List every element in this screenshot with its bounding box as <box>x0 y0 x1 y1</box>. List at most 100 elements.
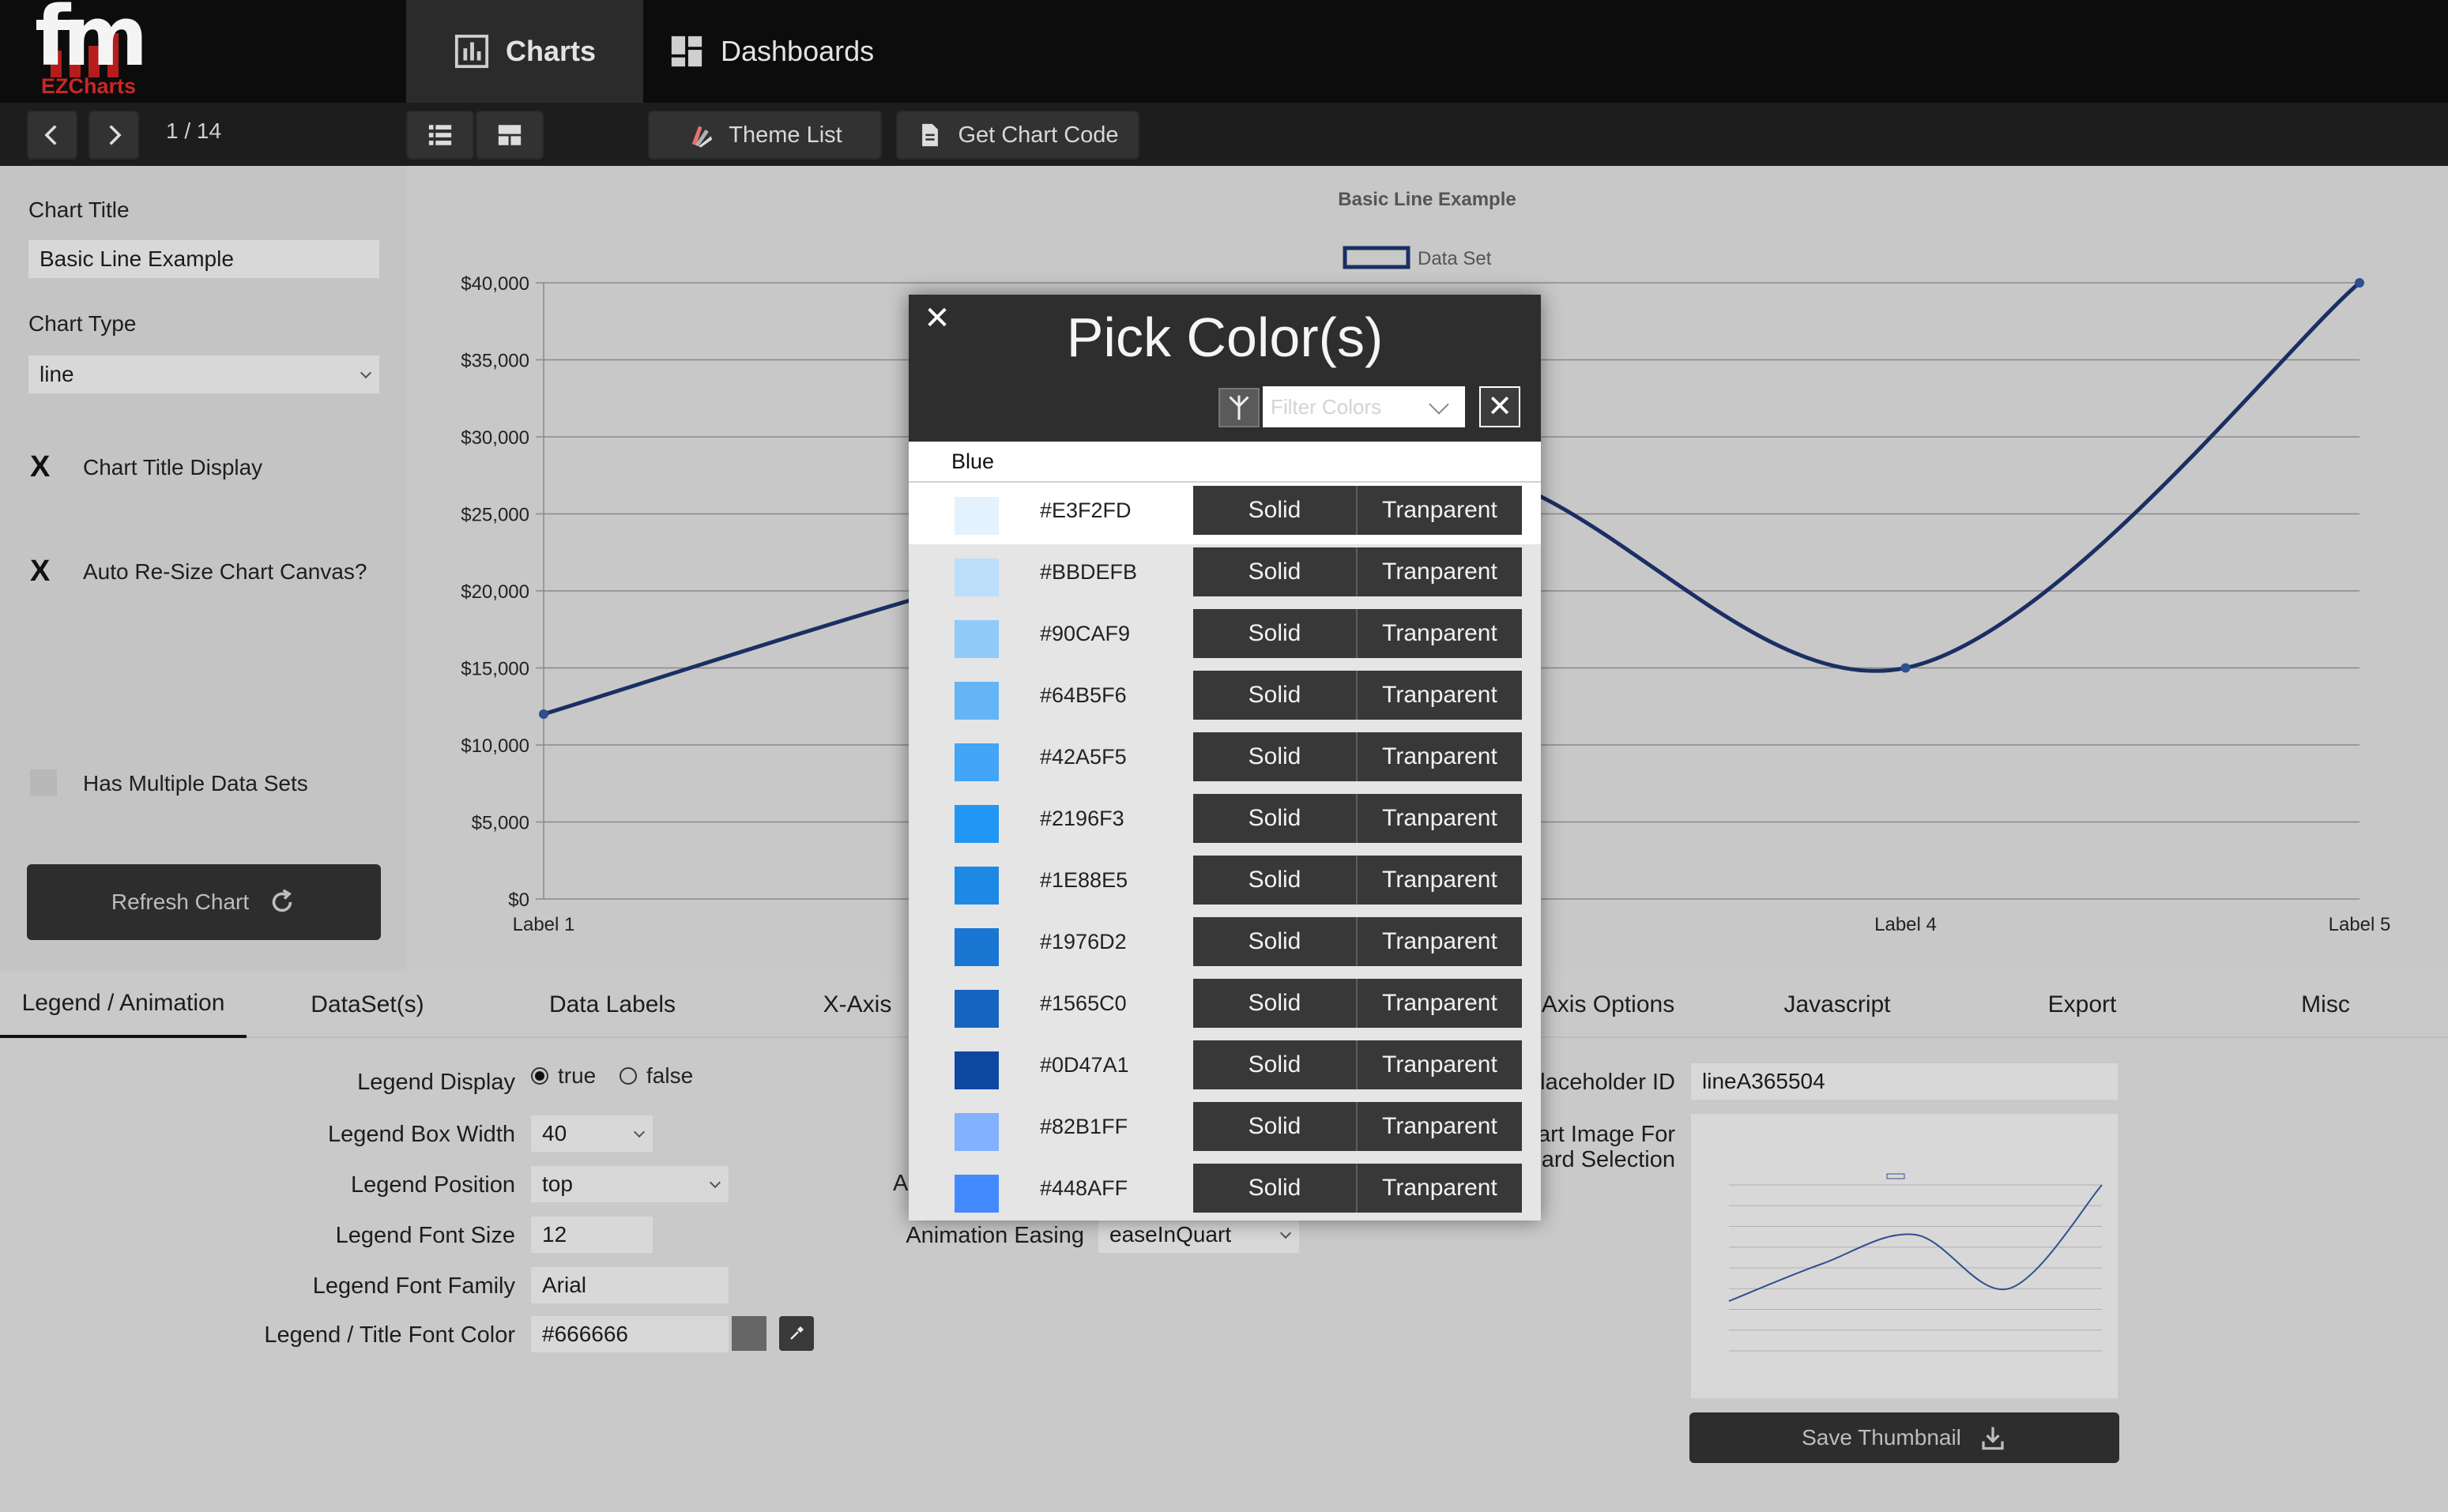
clear-filter-button[interactable]: ✕ <box>1479 386 1520 427</box>
color-swatch[interactable] <box>955 1113 999 1151</box>
solid-button[interactable]: Solid <box>1193 1164 1358 1213</box>
save-thumbnail-button[interactable]: Save Thumbnail <box>1689 1412 2119 1463</box>
transparent-button[interactable]: Tranparent <box>1358 732 1522 781</box>
color-hex-label: #E3F2FD <box>1040 498 1132 522</box>
chart-title-display-checkbox[interactable]: X <box>30 450 50 484</box>
list-view-button[interactable] <box>406 111 474 160</box>
legend-box-width-value: 40 <box>542 1121 567 1145</box>
tab-export[interactable]: Export <box>1975 972 2189 1038</box>
color-row: #2196F3 Solid Tranparent <box>909 791 1541 852</box>
tab-datasets[interactable]: DataSet(s) <box>261 972 474 1038</box>
color-swatch[interactable] <box>955 682 999 720</box>
color-picker-button[interactable] <box>779 1316 814 1351</box>
placeholder-id-input[interactable]: lineA365504 <box>1691 1063 2118 1100</box>
transparent-button[interactable]: Tranparent <box>1358 486 1522 535</box>
bar-chart-icon <box>454 34 489 69</box>
nav-charts-label: Charts <box>505 35 597 67</box>
transparent-button[interactable]: Tranparent <box>1358 794 1522 843</box>
color-hex-label: #64B5F6 <box>1040 683 1127 707</box>
color-hex-label: #90CAF9 <box>1040 622 1131 645</box>
animation-easing-value: easeInQuart <box>1109 1222 1232 1247</box>
legend-swatch <box>1343 246 1410 269</box>
transparent-button[interactable]: Tranparent <box>1358 671 1522 720</box>
color-swatch[interactable] <box>955 497 999 535</box>
transparent-button[interactable]: Tranparent <box>1358 917 1522 966</box>
solid-button[interactable]: Solid <box>1193 609 1358 658</box>
multiple-data-sets-label: Has Multiple Data Sets <box>83 771 308 795</box>
solid-button[interactable]: Solid <box>1193 794 1358 843</box>
chart-title-input[interactable]: Basic Line Example <box>28 240 379 278</box>
transparent-button[interactable]: Tranparent <box>1358 547 1522 596</box>
color-swatch[interactable] <box>955 620 999 658</box>
refresh-chart-label: Refresh Chart <box>111 890 250 914</box>
transparent-button[interactable]: Tranparent <box>1358 609 1522 658</box>
theme-list-button[interactable]: Theme List <box>648 111 882 160</box>
solid-button[interactable]: Solid <box>1193 732 1358 781</box>
download-icon <box>1982 1427 2004 1450</box>
solid-button[interactable]: Solid <box>1193 1040 1358 1089</box>
color-swatch[interactable] <box>955 805 999 843</box>
auto-resize-checkbox[interactable]: X <box>30 555 50 589</box>
transparent-button[interactable]: Tranparent <box>1358 979 1522 1028</box>
nav-tab-charts[interactable]: Charts <box>406 0 643 103</box>
tab-misc[interactable]: Misc <box>2219 972 2432 1038</box>
legend-font-family-input[interactable]: Arial <box>531 1267 729 1303</box>
nav-tab-dashboards[interactable]: Dashboards <box>668 0 906 103</box>
chart-type-select[interactable]: line <box>28 355 379 393</box>
grid-view-button[interactable] <box>476 111 544 160</box>
transparent-button[interactable]: Tranparent <box>1358 1164 1522 1213</box>
color-list: #E3F2FD Solid Tranparent #BBDEFB Solid Tranpa… <box>909 483 1541 1221</box>
legend-font-size-input[interactable]: 12 <box>531 1217 653 1253</box>
refresh-chart-button[interactable]: Refresh Chart <box>27 864 381 940</box>
legend-box-width-select[interactable]: 40 <box>531 1115 653 1152</box>
transparent-button[interactable]: Tranparent <box>1358 856 1522 905</box>
transparent-button[interactable]: Tranparent <box>1358 1102 1522 1151</box>
color-swatch[interactable] <box>955 990 999 1028</box>
refresh-icon <box>272 889 292 912</box>
color-swatch[interactable] <box>955 928 999 966</box>
solid-button[interactable]: Solid <box>1193 856 1358 905</box>
multiple-data-sets-checkbox[interactable] <box>30 769 57 796</box>
solid-button[interactable]: Solid <box>1193 917 1358 966</box>
animation-easing-select[interactable]: easeInQuart <box>1098 1217 1299 1253</box>
color-swatch[interactable] <box>955 1051 999 1089</box>
legend-display-false-option[interactable]: false <box>620 1063 693 1089</box>
thumb-legend-swatch <box>1886 1173 1905 1179</box>
tab-data-labels[interactable]: Data Labels <box>506 972 719 1038</box>
color-swatch[interactable] <box>955 743 999 781</box>
x-tick-label: Label 4 <box>1874 914 1937 935</box>
color-swatch[interactable] <box>955 1175 999 1213</box>
legend-font-size-label: Legend Font Size <box>335 1223 515 1248</box>
y-tick-label: $5,000 <box>472 813 529 834</box>
color-row: #448AFF Solid Tranparent <box>909 1160 1541 1221</box>
y-tick-label: $20,000 <box>461 581 529 603</box>
legend-box-width-label: Legend Box Width <box>328 1122 515 1147</box>
next-chart-button[interactable] <box>89 111 139 160</box>
legend-display-true-option[interactable]: true <box>531 1063 596 1089</box>
solid-button[interactable]: Solid <box>1193 1102 1358 1151</box>
dashboard-icon <box>671 36 702 67</box>
color-swatch[interactable] <box>955 559 999 596</box>
solid-button[interactable]: Solid <box>1193 547 1358 596</box>
font-color-swatch[interactable] <box>732 1316 766 1351</box>
close-icon[interactable]: ✕ <box>920 301 955 336</box>
solid-button[interactable]: Solid <box>1193 979 1358 1028</box>
get-chart-code-button[interactable]: Get Chart Code <box>896 111 1139 160</box>
transparent-button[interactable]: Tranparent <box>1358 1040 1522 1089</box>
tab-legend-animation[interactable]: Legend / Animation <box>0 972 247 1038</box>
solid-button[interactable]: Solid <box>1193 486 1358 535</box>
modal-title: Pick Color(s) <box>1066 307 1384 368</box>
legend-position-select[interactable]: top <box>531 1166 729 1202</box>
filter-icon[interactable] <box>1218 388 1260 427</box>
tab-javascript[interactable]: Javascript <box>1731 972 1944 1038</box>
color-swatch[interactable] <box>955 867 999 905</box>
legend-font-color-input[interactable]: #666666 <box>531 1316 729 1352</box>
y-tick-label: $35,000 <box>461 351 529 372</box>
solid-button[interactable]: Solid <box>1193 671 1358 720</box>
auto-resize-label: Auto Re-Size Chart Canvas? <box>83 559 367 584</box>
legend-position-label: Legend Position <box>351 1172 515 1198</box>
data-point <box>1900 663 1911 673</box>
ezcharts-logo[interactable]: fm EZCharts <box>35 0 153 100</box>
legend-label: Data Set <box>1418 248 1492 269</box>
prev-chart-button[interactable] <box>27 111 77 160</box>
